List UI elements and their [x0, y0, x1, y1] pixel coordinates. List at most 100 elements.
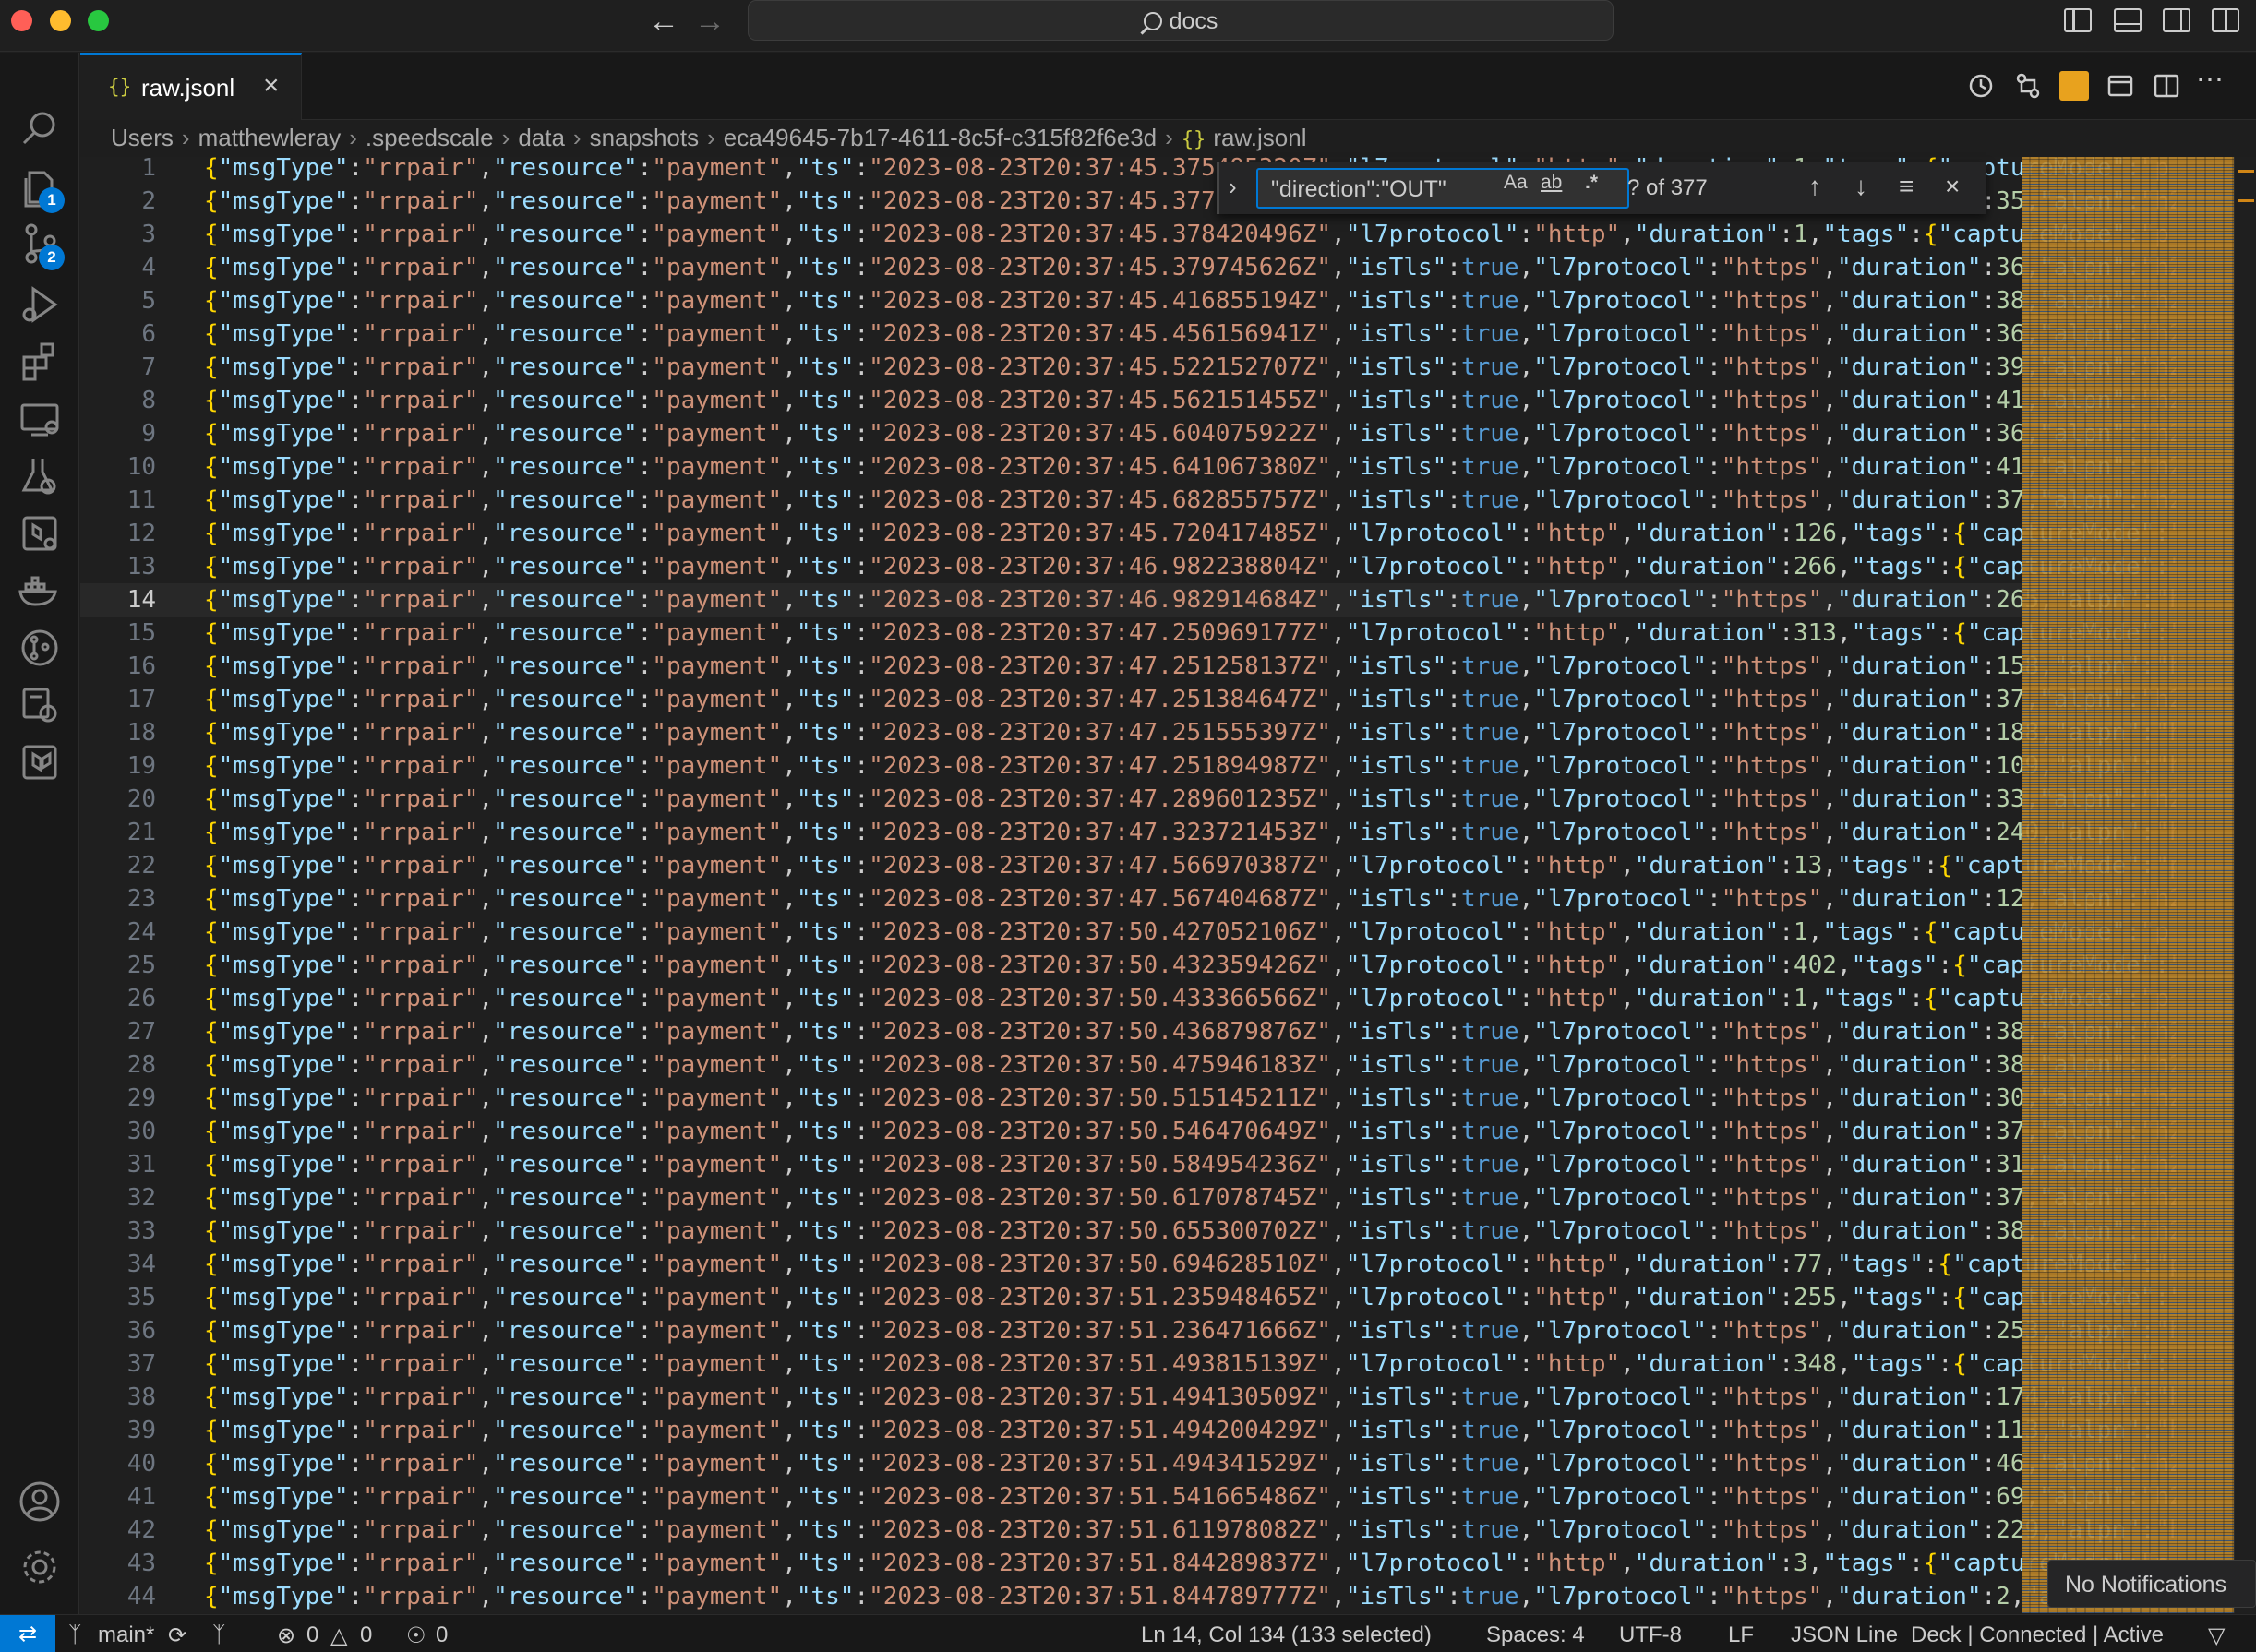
- find-in-selection-icon[interactable]: ≡: [1899, 172, 1914, 201]
- code-line[interactable]: 18 {"msgType":"rrpair","resource":"paymen…: [80, 716, 2176, 749]
- code-line[interactable]: 39 {"msgType":"rrpair","resource":"paymen…: [80, 1414, 2176, 1447]
- code-line[interactable]: 41 {"msgType":"rrpair","resource":"paymen…: [80, 1480, 2176, 1514]
- notification-toast[interactable]: No Notifications: [2047, 1560, 2256, 1608]
- more-actions-icon[interactable]: ⋯: [2196, 64, 2226, 95]
- code-line[interactable]: 11 {"msgType":"rrpair","resource":"paymen…: [80, 484, 2176, 517]
- code-line[interactable]: 24 {"msgType":"rrpair","resource":"paymen…: [80, 916, 2176, 949]
- timeline-history-icon[interactable]: [1965, 71, 1995, 101]
- toggle-secondary-sidebar-icon[interactable]: [2163, 8, 2190, 32]
- code-line[interactable]: 42 {"msgType":"rrpair","resource":"paymen…: [80, 1514, 2176, 1547]
- code-line[interactable]: 15 {"msgType":"rrpair","resource":"paymen…: [80, 617, 2176, 650]
- code-line[interactable]: 4 {"msgType":"rrpair","resource":"payment…: [80, 251, 2176, 284]
- code-line[interactable]: 23 {"msgType":"rrpair","resource":"paymen…: [80, 882, 2176, 916]
- code-line[interactable]: 14 {"msgType":"rrpair","resource":"paymen…: [80, 583, 2176, 617]
- breadcrumb-item[interactable]: data: [518, 124, 565, 151]
- extensions-icon[interactable]: [0, 329, 79, 394]
- split-editor-icon[interactable]: [2152, 71, 2181, 101]
- code-line[interactable]: 27 {"msgType":"rrpair","resource":"paymen…: [80, 1015, 2176, 1048]
- bell-icon[interactable]: ▽: [2208, 1622, 2225, 1649]
- code-line[interactable]: 26 {"msgType":"rrpair","resource":"paymen…: [80, 982, 2176, 1015]
- code-line[interactable]: 36 {"msgType":"rrpair","resource":"paymen…: [80, 1314, 2176, 1347]
- testing-icon[interactable]: [0, 444, 79, 509]
- indentation[interactable]: Spaces: 4: [1486, 1622, 1585, 1648]
- code-line[interactable]: 13 {"msgType":"rrpair","resource":"paymen…: [80, 550, 2176, 583]
- code-line[interactable]: 44 {"msgType":"rrpair","resource":"paymen…: [80, 1580, 2176, 1613]
- customize-layout-icon[interactable]: [2212, 8, 2239, 32]
- code-line[interactable]: 10 {"msgType":"rrpair","resource":"paymen…: [80, 450, 2176, 484]
- breadcrumb-item[interactable]: Users: [111, 124, 174, 151]
- vertical-scrollbar[interactable]: [2234, 157, 2256, 1613]
- sync-icon[interactable]: ⟳: [168, 1622, 186, 1649]
- code-line[interactable]: 3 {"msgType":"rrpair","resource":"payment…: [80, 218, 2176, 251]
- code-line[interactable]: 12 {"msgType":"rrpair","resource":"paymen…: [80, 517, 2176, 550]
- language-mode[interactable]: JSON Line: [1791, 1622, 1898, 1648]
- ports-count[interactable]: 0: [436, 1622, 448, 1648]
- code-line[interactable]: 35 {"msgType":"rrpair","resource":"paymen…: [80, 1281, 2176, 1314]
- code-editor[interactable]: 1 {"msgType":"rrpair","resource":"payment…: [80, 157, 2176, 1613]
- run-debug-icon[interactable]: [0, 272, 79, 337]
- code-line[interactable]: 20 {"msgType":"rrpair","resource":"paymen…: [80, 783, 2176, 816]
- tab-raw-jsonl[interactable]: {} raw.jsonl ×: [80, 53, 302, 120]
- code-line[interactable]: 37 {"msgType":"rrpair","resource":"paymen…: [80, 1347, 2176, 1381]
- terraform-cloud-icon[interactable]: [0, 501, 79, 566]
- account-icon[interactable]: [0, 1469, 79, 1534]
- code-line[interactable]: 32 {"msgType":"rrpair","resource":"paymen…: [80, 1181, 2176, 1215]
- command-center-search[interactable]: docs: [748, 0, 1614, 41]
- back-arrow-icon[interactable]: ←: [648, 6, 679, 37]
- forward-arrow-icon[interactable]: →: [694, 6, 726, 37]
- code-line[interactable]: 17 {"msgType":"rrpair","resource":"paymen…: [80, 683, 2176, 716]
- code-line[interactable]: 19 {"msgType":"rrpair","resource":"paymen…: [80, 749, 2176, 783]
- code-line[interactable]: 21 {"msgType":"rrpair","resource":"paymen…: [80, 816, 2176, 849]
- open-preview-icon[interactable]: [2059, 71, 2089, 101]
- code-line[interactable]: 33 {"msgType":"rrpair","resource":"paymen…: [80, 1215, 2176, 1248]
- code-line[interactable]: 16 {"msgType":"rrpair","resource":"paymen…: [80, 650, 2176, 683]
- code-line[interactable]: 40 {"msgType":"rrpair","resource":"paymen…: [80, 1447, 2176, 1480]
- close-window-button[interactable]: [11, 10, 32, 31]
- remote-explorer-icon[interactable]: [0, 387, 79, 451]
- search-icon[interactable]: [0, 97, 79, 162]
- error-icon[interactable]: ⊗: [277, 1622, 295, 1649]
- code-line[interactable]: 31 {"msgType":"rrpair","resource":"paymen…: [80, 1148, 2176, 1181]
- code-line[interactable]: 22 {"msgType":"rrpair","resource":"paymen…: [80, 849, 2176, 882]
- code-line[interactable]: 28 {"msgType":"rrpair","resource":"paymen…: [80, 1048, 2176, 1082]
- kubernetes-settings-icon[interactable]: [0, 673, 79, 737]
- code-line[interactable]: 38 {"msgType":"rrpair","resource":"paymen…: [80, 1381, 2176, 1414]
- remote-indicator-icon[interactable]: ⇄: [0, 1615, 55, 1652]
- branch-icon[interactable]: ᛉ: [68, 1622, 81, 1648]
- code-line[interactable]: 30 {"msgType":"rrpair","resource":"paymen…: [80, 1115, 2176, 1148]
- explorer-files-icon[interactable]: 1: [0, 154, 79, 219]
- code-line[interactable]: 9 {"msgType":"rrpair","resource":"payment…: [80, 417, 2176, 450]
- code-line[interactable]: 34 {"msgType":"rrpair","resource":"paymen…: [80, 1248, 2176, 1281]
- code-line[interactable]: 29 {"msgType":"rrpair","resource":"paymen…: [80, 1082, 2176, 1115]
- compare-changes-icon[interactable]: [2013, 71, 2043, 101]
- minimize-window-button[interactable]: [50, 10, 71, 31]
- breadcrumb-item[interactable]: .speedscale: [366, 124, 494, 151]
- code-line[interactable]: 25 {"msgType":"rrpair","resource":"paymen…: [80, 949, 2176, 982]
- code-line[interactable]: 5 {"msgType":"rrpair","resource":"payment…: [80, 284, 2176, 317]
- maximize-window-button[interactable]: [88, 10, 109, 31]
- warning-icon[interactable]: △: [330, 1622, 347, 1649]
- toggle-replace-chevron-icon[interactable]: ›: [1229, 173, 1237, 201]
- docker-icon[interactable]: [0, 558, 79, 623]
- cursor-position[interactable]: Ln 14, Col 134 (133 selected): [1141, 1622, 1432, 1648]
- breadcrumb-item[interactable]: raw.jsonl: [1213, 124, 1306, 151]
- next-match-arrow-icon[interactable]: ↓: [1854, 172, 1867, 201]
- gear-icon[interactable]: [0, 1535, 79, 1599]
- code-line[interactable]: 7 {"msgType":"rrpair","resource":"payment…: [80, 351, 2176, 384]
- match-case-icon[interactable]: Aa: [1504, 172, 1528, 194]
- deck-status[interactable]: Deck | Connected | Active: [1911, 1622, 2164, 1648]
- match-whole-word-icon[interactable]: ab: [1541, 172, 1562, 194]
- open-changes-icon[interactable]: [2106, 71, 2135, 101]
- error-count[interactable]: 0: [306, 1622, 318, 1648]
- terraform-icon[interactable]: [0, 730, 79, 795]
- code-line[interactable]: 6 {"msgType":"rrpair","resource":"payment…: [80, 317, 2176, 351]
- encoding[interactable]: UTF-8: [1619, 1622, 1682, 1648]
- git-graph-status-icon[interactable]: ᛉ: [212, 1622, 225, 1648]
- close-icon[interactable]: ×: [263, 70, 280, 102]
- breadcrumb-item[interactable]: matthewleray: [198, 124, 342, 151]
- breadcrumb-item[interactable]: eca49645-7b17-4611-8c5f-c315f82f6e3d: [724, 124, 1157, 151]
- branch-name[interactable]: main*: [98, 1622, 154, 1648]
- find-input[interactable]: "direction":"OUT": [1256, 168, 1629, 209]
- source-control-icon[interactable]: 2: [0, 211, 79, 276]
- breadcrumb-item[interactable]: snapshots: [590, 124, 700, 151]
